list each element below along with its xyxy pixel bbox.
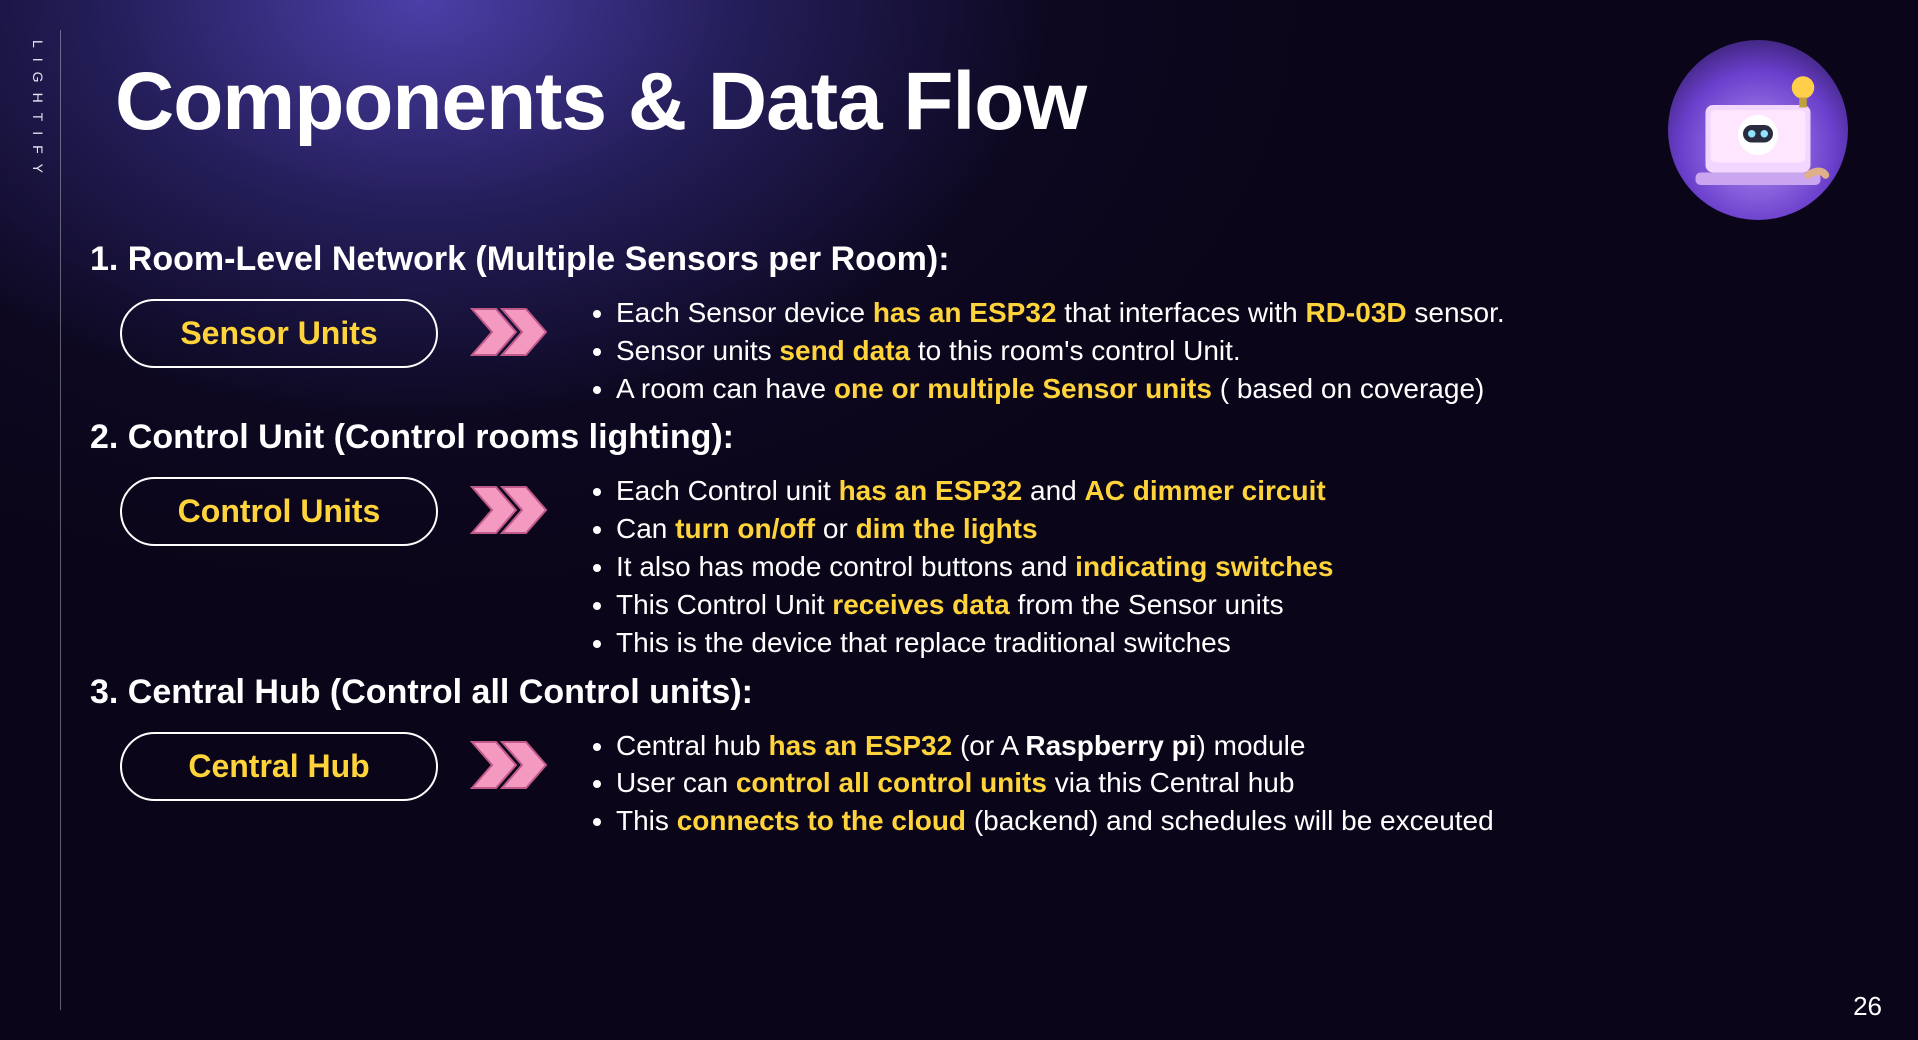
section-heading: 1. Room-Level Network (Multiple Sensors … [90, 240, 1848, 279]
section-heading: 3. Central Hub (Control all Control unit… [90, 673, 1848, 712]
section-row: Sensor Units Each Sensor device has an ES… [90, 295, 1848, 408]
laptop-robot-icon [1683, 55, 1833, 205]
component-pill-label: Central Hub [188, 748, 369, 784]
component-pill: Central Hub [120, 732, 438, 801]
component-pill-label: Control Units [178, 493, 381, 529]
bullet-list: Each Sensor device has an ESP32 that int… [582, 295, 1848, 408]
bullet-item: Each Sensor device has an ESP32 that int… [616, 295, 1848, 331]
bullet-item: This is the device that replace traditio… [616, 625, 1848, 661]
bullet-list: Central hub has an ESP32 (or A Raspberry… [582, 728, 1848, 841]
section-row: Control Units Each Control unit has an ES… [90, 473, 1848, 662]
bullet-item: This Control Unit receives data from the… [616, 587, 1848, 623]
brand-label: LIGHTIFY [30, 40, 46, 183]
bullet-list: Each Control unit has an ESP32 and AC di… [582, 473, 1848, 662]
bullet-item: This connects to the cloud (backend) and… [616, 803, 1848, 839]
bullet-item: A room can have one or multiple Sensor u… [616, 371, 1848, 407]
page-number: 26 [1853, 991, 1882, 1022]
slide: LIGHTIFY Components & Data Flow 1. Room-… [0, 0, 1918, 1040]
chevron-double-right-icon [468, 483, 552, 542]
component-pill: Sensor Units [120, 299, 438, 368]
section-row: Central Hub Central hub has an ESP32 (or … [90, 728, 1848, 841]
content-area: 1. Room-Level Network (Multiple Sensors … [90, 230, 1848, 990]
bullet-item: Central hub has an ESP32 (or A Raspberry… [616, 728, 1848, 764]
chevron-double-right-icon [468, 738, 552, 797]
component-pill-label: Sensor Units [180, 315, 377, 351]
hero-illustration [1668, 40, 1848, 220]
bullet-item: User can control all control units via t… [616, 765, 1848, 801]
bullet-item: It also has mode control buttons and ind… [616, 549, 1848, 585]
bullet-item: Can turn on/off or dim the lights [616, 511, 1848, 547]
vertical-divider [60, 30, 61, 1010]
section-heading: 2. Control Unit (Control rooms lighting)… [90, 418, 1848, 457]
chevron-double-right-icon [468, 305, 552, 364]
component-pill: Control Units [120, 477, 438, 546]
bullet-item: Each Control unit has an ESP32 and AC di… [616, 473, 1848, 509]
bullet-item: Sensor units send data to this room's co… [616, 333, 1848, 369]
page-title: Components & Data Flow [115, 55, 1086, 149]
